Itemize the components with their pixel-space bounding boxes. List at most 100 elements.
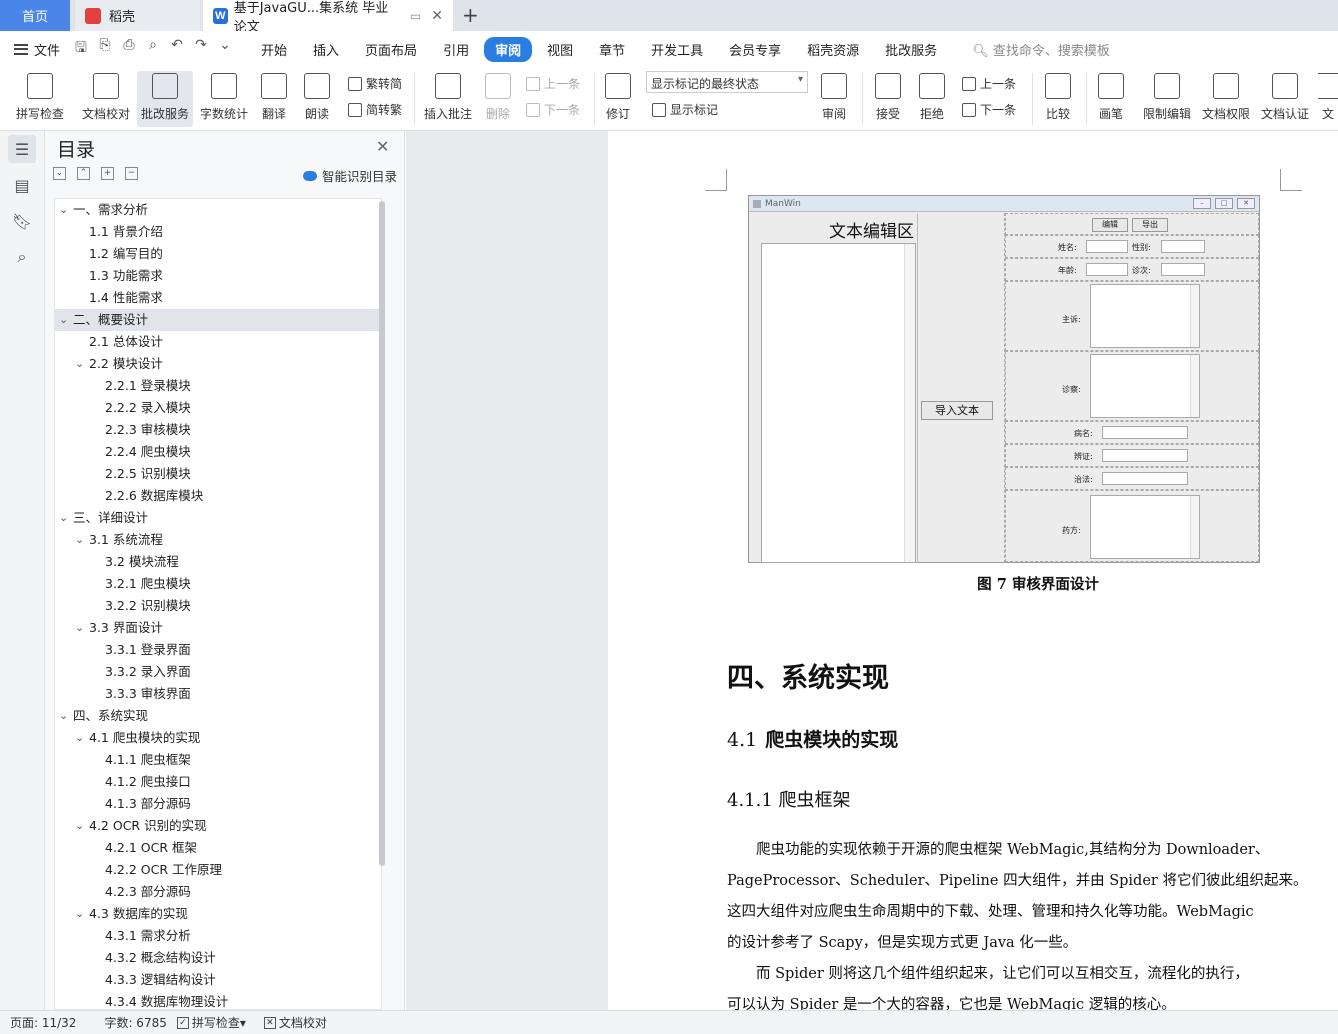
chevron-down-icon[interactable]: ⌄: [75, 903, 84, 925]
toc-item[interactable]: ⌄ 3.3 界面设计: [55, 617, 381, 639]
next-comment-button[interactable]: 下一条: [526, 101, 580, 118]
prev-change-button[interactable]: 上一条: [962, 75, 1016, 92]
more-ribbon-button[interactable]: 文: [1318, 71, 1338, 127]
proofread-status[interactable]: ✕ 文档校对: [263, 1014, 327, 1031]
find-icon[interactable]: ⌕: [8, 243, 36, 271]
doc-cert-button[interactable]: 文档认证: [1258, 71, 1312, 127]
chevron-down-icon[interactable]: ⌄: [75, 815, 84, 837]
compare-button[interactable]: 比较: [1040, 71, 1076, 127]
close-panel-icon[interactable]: ✕: [376, 137, 389, 156]
word-count[interactable]: 字数: 6785: [104, 1014, 166, 1031]
menu-tab-3[interactable]: 引用: [432, 37, 480, 62]
add-heading-icon[interactable]: +: [101, 167, 114, 180]
menu-tab-7[interactable]: 开发工具: [640, 37, 714, 62]
toc-item[interactable]: 2.2.3 审核模块: [55, 419, 381, 441]
chevron-down-icon[interactable]: ⌄: [75, 727, 84, 749]
show-markup-button[interactable]: 显示标记: [652, 101, 718, 118]
toc-scrollbar[interactable]: [379, 201, 385, 866]
document-page[interactable]: ManWin – □ ✕ 文本编辑区 导入文本 编辑 导出 姓名: 性别: 年龄…: [608, 131, 1338, 1010]
toc-item[interactable]: ⌄ 二、概要设计: [55, 309, 381, 331]
tab-home[interactable]: 首页: [0, 0, 70, 31]
prev-comment-button[interactable]: 上一条: [526, 75, 580, 92]
toc-item[interactable]: 3.3.1 登录界面: [55, 639, 381, 661]
close-tab-icon[interactable]: ✕: [431, 8, 443, 24]
doc-permission-button[interactable]: 文档权限: [1199, 71, 1253, 127]
collapse-all-icon[interactable]: ⌃: [77, 167, 90, 180]
print-icon[interactable]: ⎙: [120, 37, 138, 61]
toc-item[interactable]: 4.2.1 OCR 框架: [55, 837, 381, 859]
toc-item[interactable]: 3.3.3 审核界面: [55, 683, 381, 705]
customize-chevron-icon[interactable]: ⌄: [216, 37, 234, 61]
toc-panel-icon[interactable]: ☰: [8, 135, 36, 163]
toc-item[interactable]: 3.2.2 识别模块: [55, 595, 381, 617]
command-search[interactable]: 🔍︎ 查找命令、搜索模板: [972, 40, 1110, 59]
toc-item[interactable]: 4.1.2 爬虫接口: [55, 771, 381, 793]
menu-tab-1[interactable]: 插入: [302, 37, 350, 62]
toc-item[interactable]: ⌄ 三、详细设计: [55, 507, 381, 529]
menu-tab-2[interactable]: 页面布局: [354, 37, 428, 62]
reject-button[interactable]: 拒绝: [914, 71, 950, 127]
smart-toc-button[interactable]: 智能识别目录: [303, 166, 397, 185]
toc-item[interactable]: 3.3.2 录入界面: [55, 661, 381, 683]
toc-item[interactable]: 4.1.1 爬虫框架: [55, 749, 381, 771]
toc-item[interactable]: 1.2 编写目的: [55, 243, 381, 265]
chevron-down-icon[interactable]: ⌄: [75, 617, 84, 639]
new-tab-button[interactable]: +: [462, 3, 479, 27]
spellcheck-button[interactable]: 拼写检查: [10, 71, 70, 127]
toc-item[interactable]: ⌄ 4.1 爬虫模块的实现: [55, 727, 381, 749]
review-service-button[interactable]: 批改服务: [137, 71, 193, 127]
chevron-down-icon[interactable]: ⌄: [75, 529, 84, 551]
menu-tab-9[interactable]: 稻壳资源: [796, 37, 870, 62]
delete-comment-button[interactable]: 删除: [480, 71, 516, 127]
toc-item[interactable]: 3.2.1 爬虫模块: [55, 573, 381, 595]
proofread-button[interactable]: 文档校对: [80, 71, 132, 127]
toc-item[interactable]: 4.2.2 OCR 工作原理: [55, 859, 381, 881]
to-traditional-button[interactable]: 繁转简: [348, 75, 402, 92]
toc-item[interactable]: ⌄ 一、需求分析: [55, 199, 381, 221]
toc-item[interactable]: ⌄ 四、系统实现: [55, 705, 381, 727]
toc-item[interactable]: 4.3.1 需求分析: [55, 925, 381, 947]
tab-document[interactable]: W 基于JavaGU...集系统 毕业论文 ▭ ✕: [203, 0, 453, 35]
toc-item[interactable]: 2.2.4 爬虫模块: [55, 441, 381, 463]
toc-item[interactable]: 2.1 总体设计: [55, 331, 381, 353]
wordcount-button[interactable]: 字数统计: [198, 71, 250, 127]
insert-comment-button[interactable]: 插入批注: [422, 71, 474, 127]
toc-item[interactable]: 1.4 性能需求: [55, 287, 381, 309]
toc-item[interactable]: ⌄ 4.3 数据库的实现: [55, 903, 381, 925]
chapter-panel-icon[interactable]: ▤: [8, 171, 36, 199]
toc-item[interactable]: 4.3.4 数据库物理设计: [55, 991, 381, 1009]
menu-tab-10[interactable]: 批改服务: [874, 37, 948, 62]
toc-item[interactable]: 4.3.2 概念结构设计: [55, 947, 381, 969]
chevron-down-icon[interactable]: ⌄: [59, 309, 68, 331]
review-pane-button[interactable]: 审阅: [816, 71, 852, 127]
next-change-button[interactable]: 下一条: [962, 101, 1016, 118]
translate-button[interactable]: 翻译: [256, 71, 292, 127]
redo-icon[interactable]: ↷: [192, 37, 210, 61]
spellcheck-status[interactable]: ✓ 拼写检查 ▾: [176, 1014, 246, 1031]
save-icon[interactable]: 🖫: [72, 37, 90, 61]
menu-tab-5[interactable]: 视图: [536, 37, 584, 62]
undo-icon[interactable]: ↶: [168, 37, 186, 61]
revise-button[interactable]: 修订: [600, 71, 636, 127]
to-simplified-button[interactable]: 简转繁: [348, 101, 402, 118]
print-preview-icon[interactable]: ⌕: [144, 37, 162, 61]
toc-item[interactable]: ⌄ 2.2 模块设计: [55, 353, 381, 375]
chevron-down-icon[interactable]: ⌄: [75, 353, 84, 375]
toc-item[interactable]: 1.1 背景介绍: [55, 221, 381, 243]
screen-icon[interactable]: ▭: [410, 9, 421, 23]
accept-button[interactable]: 接受: [870, 71, 906, 127]
chevron-down-icon[interactable]: ⌄: [59, 705, 68, 727]
toc-item[interactable]: ⌄ 3.1 系统流程: [55, 529, 381, 551]
toc-item[interactable]: 3.2 模块流程: [55, 551, 381, 573]
chevron-down-icon[interactable]: ⌄: [59, 507, 68, 529]
toc-item[interactable]: 1.3 功能需求: [55, 265, 381, 287]
toc-item[interactable]: 2.2.2 录入模块: [55, 397, 381, 419]
menu-tab-0[interactable]: 开始: [250, 37, 298, 62]
restrict-edit-button[interactable]: 限制编辑: [1140, 71, 1194, 127]
pen-button[interactable]: 画笔: [1094, 71, 1128, 127]
toc-item[interactable]: 4.1.3 部分源码: [55, 793, 381, 815]
expand-all-icon[interactable]: ⌄: [53, 167, 66, 180]
toc-item[interactable]: 2.2.1 登录模块: [55, 375, 381, 397]
toc-item[interactable]: 4.2.3 部分源码: [55, 881, 381, 903]
file-menu[interactable]: 文件: [14, 40, 60, 59]
